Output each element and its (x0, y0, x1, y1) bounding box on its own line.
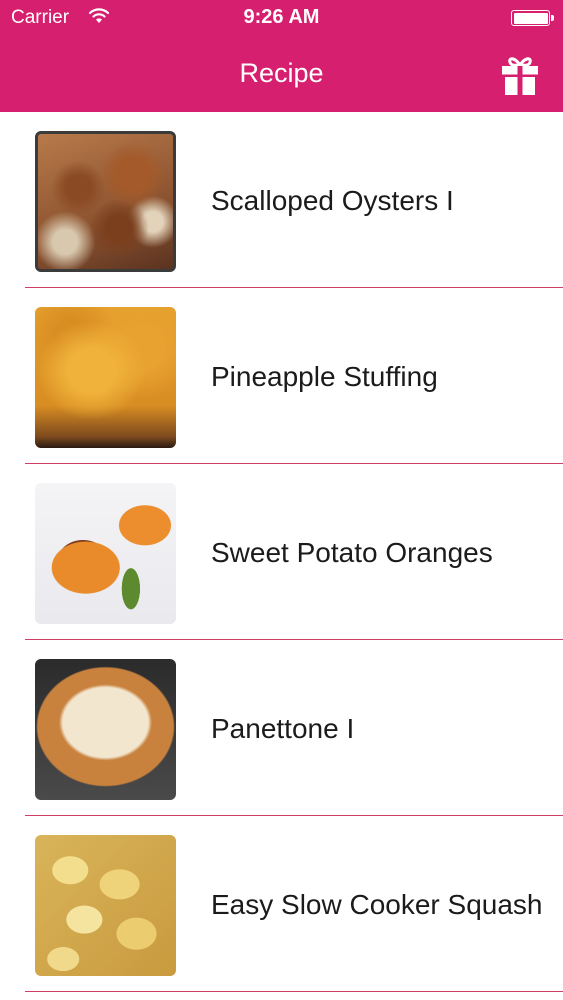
recipe-row[interactable]: Panettone I (0, 640, 563, 816)
recipe-thumbnail (35, 307, 176, 448)
status-time: 9:26 AM (243, 6, 320, 28)
recipe-thumbnail (35, 659, 176, 800)
recipe-thumbnail (35, 483, 176, 624)
recipe-row[interactable]: Pineapple Stuffing (0, 288, 563, 464)
recipe-title: Sweet Potato Oranges (211, 536, 493, 568)
status-bar: Carrier 9:26 AM (0, 0, 563, 36)
recipe-title: Pineapple Stuffing (211, 360, 438, 392)
page-title: Recipe (239, 58, 324, 88)
recipe-row[interactable]: Easy Slow Cooker Squash (0, 816, 563, 992)
recipe-thumbnail (35, 835, 176, 976)
app-header: Carrier 9:26 AM Recipe (0, 0, 563, 112)
recipe-row[interactable]: Sweet Potato Oranges (0, 464, 563, 640)
battery-icon (511, 10, 554, 26)
recipe-title: Panettone I (211, 712, 355, 744)
gift-icon[interactable] (499, 53, 541, 97)
recipe-row[interactable]: Scalloped Oysters I (0, 112, 563, 288)
recipe-title: Easy Slow Cooker Squash (211, 888, 543, 920)
row-separator (25, 991, 563, 992)
recipe-thumbnail (35, 131, 176, 272)
recipe-title: Scalloped Oysters I (211, 184, 454, 216)
recipe-list: Scalloped Oysters I Pineapple Stuffing S… (0, 112, 563, 992)
